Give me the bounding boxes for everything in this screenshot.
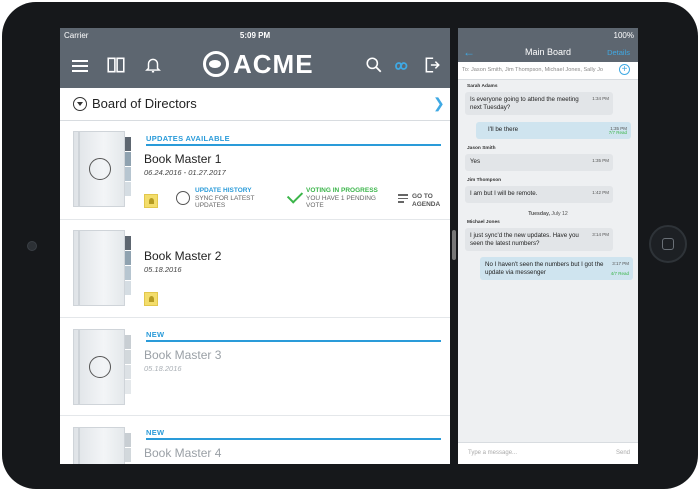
logo-text: ACME bbox=[233, 48, 314, 79]
send-button[interactable]: Send bbox=[616, 450, 630, 456]
chevron-down-icon bbox=[73, 97, 87, 111]
book-date: 06.24.2016 - 01.27.2017 bbox=[144, 168, 226, 177]
message-bubble[interactable]: Is everyone going to attend the meeting … bbox=[465, 92, 613, 115]
message-time: 1:42 PM bbox=[592, 190, 609, 195]
home-square-icon bbox=[662, 238, 674, 250]
add-recipient-icon[interactable]: + bbox=[619, 64, 630, 75]
book-binder-thumbnail bbox=[73, 131, 131, 207]
status-time: 5:09 PM bbox=[239, 31, 271, 40]
search-icon[interactable] bbox=[364, 56, 384, 74]
message-sender: Sarah Adams bbox=[467, 84, 498, 89]
message-input-placeholder[interactable]: Type a message... bbox=[468, 450, 517, 456]
sync-icon bbox=[89, 158, 111, 180]
message-time: 3:14 PM bbox=[592, 232, 609, 237]
chat-header: ← Main Board Details bbox=[458, 44, 638, 62]
message-bubble[interactable]: Yes 1:35 PM bbox=[465, 154, 613, 171]
front-camera bbox=[27, 241, 37, 251]
tablet-device: Carrier 5:09 PM ACME Board of Directors … bbox=[0, 0, 700, 491]
app-toolbar: ACME bbox=[60, 44, 450, 88]
checkmark-icon bbox=[286, 187, 304, 204]
section-label: NEW bbox=[146, 428, 165, 437]
status-bar-right: 100% bbox=[458, 28, 638, 44]
recipients-field[interactable]: To: Jason Smith, Jim Thompson, Michael J… bbox=[458, 62, 638, 80]
chat-pane: 100% ← Main Board Details To: Jason Smit… bbox=[458, 28, 638, 464]
book-list: UPDATES AVAILABLE Book Master 1 06.24.20… bbox=[60, 121, 450, 464]
day-separator: Tuesday, July 12 bbox=[528, 211, 568, 217]
message-time: 3:17 PM bbox=[612, 261, 629, 266]
message-bubble-own[interactable]: No I haven't seen the numbers but I got … bbox=[480, 257, 633, 280]
voting-status[interactable]: VOTING IN PROGRESS YOU HAVE 1 PENDING VO… bbox=[306, 187, 386, 210]
message-bubble[interactable]: I am but I will be remote. 1:42 PM bbox=[465, 186, 613, 203]
message-sender: Jim Thompson bbox=[467, 178, 502, 183]
book-title: Book Master 2 bbox=[144, 249, 222, 263]
message-thread: Sarah Adams Is everyone going to attend … bbox=[458, 79, 638, 434]
book-item[interactable]: NEW Book Master 3 05.18.2016 bbox=[60, 317, 450, 416]
book-binder-thumbnail bbox=[73, 230, 131, 306]
book-item[interactable]: Book Master 2 05.18.2016 bbox=[60, 219, 450, 318]
screen: Carrier 5:09 PM ACME Board of Directors … bbox=[60, 28, 638, 464]
status-bar: Carrier 5:09 PM bbox=[60, 28, 450, 44]
message-sender: Michael Jones bbox=[467, 220, 500, 225]
read-receipt: 7/7 Read bbox=[608, 130, 627, 135]
message-composer[interactable]: Type a message... Send bbox=[458, 442, 638, 464]
clock-icon bbox=[176, 191, 190, 205]
home-button[interactable] bbox=[649, 225, 687, 263]
agenda-icon bbox=[398, 192, 408, 205]
go-to-agenda-link[interactable]: GO TO AGENDA bbox=[412, 193, 444, 208]
board-title: Board of Directors bbox=[92, 96, 197, 111]
bell-icon[interactable] bbox=[143, 56, 163, 74]
logout-icon[interactable] bbox=[422, 56, 442, 74]
message-time: 1:34 PM bbox=[592, 96, 609, 101]
acme-logo: ACME bbox=[203, 48, 314, 79]
menu-icon[interactable] bbox=[72, 57, 92, 75]
book-binder-thumbnail bbox=[73, 427, 131, 464]
book-title: Book Master 4 bbox=[144, 446, 222, 460]
sync-infinity-icon[interactable] bbox=[391, 57, 411, 75]
book-title: Book Master 1 bbox=[144, 152, 222, 166]
message-bubble[interactable]: I just sync'd the new updates. Have you … bbox=[465, 228, 613, 251]
acme-eye-icon bbox=[203, 51, 229, 77]
recipients-text: To: Jason Smith, Jim Thompson, Michael J… bbox=[462, 67, 604, 73]
section-divider bbox=[146, 144, 441, 146]
book-item[interactable]: UPDATES AVAILABLE Book Master 1 06.24.20… bbox=[60, 121, 450, 220]
message-time: 1:35 PM bbox=[592, 158, 609, 163]
section-label: UPDATES AVAILABLE bbox=[146, 134, 230, 143]
battery-label: 100% bbox=[613, 31, 634, 40]
sync-icon bbox=[89, 356, 111, 378]
chevron-right-icon: ❯ bbox=[433, 95, 445, 111]
section-divider bbox=[146, 438, 441, 440]
book-date: 05.18.2016 bbox=[144, 364, 182, 373]
split-view-divider[interactable] bbox=[450, 28, 458, 464]
message-sender: Jason Smith bbox=[467, 146, 496, 151]
message-bubble-own[interactable]: I'll be there 1:35 PM 7/7 Read bbox=[476, 122, 631, 139]
board-selector[interactable]: Board of Directors ❯ bbox=[60, 88, 450, 121]
section-divider bbox=[146, 340, 441, 342]
update-history[interactable]: UPDATE HISTORY SYNC FOR LATEST UPDATES bbox=[195, 187, 267, 210]
note-badge-icon[interactable] bbox=[144, 194, 158, 208]
book-title: Book Master 3 bbox=[144, 348, 222, 362]
read-receipt: 4/7 Read bbox=[610, 271, 629, 276]
book-item[interactable]: NEW Book Master 4 bbox=[60, 415, 450, 464]
details-button[interactable]: Details bbox=[607, 48, 630, 57]
book-date: 05.18.2016 bbox=[144, 265, 182, 274]
books-pane: Carrier 5:09 PM ACME Board of Directors … bbox=[60, 28, 450, 464]
book-binder-thumbnail bbox=[73, 329, 131, 405]
note-badge-icon[interactable] bbox=[144, 292, 158, 306]
split-handle[interactable] bbox=[452, 230, 456, 260]
section-label: NEW bbox=[146, 330, 165, 339]
library-book-icon[interactable] bbox=[106, 56, 126, 74]
